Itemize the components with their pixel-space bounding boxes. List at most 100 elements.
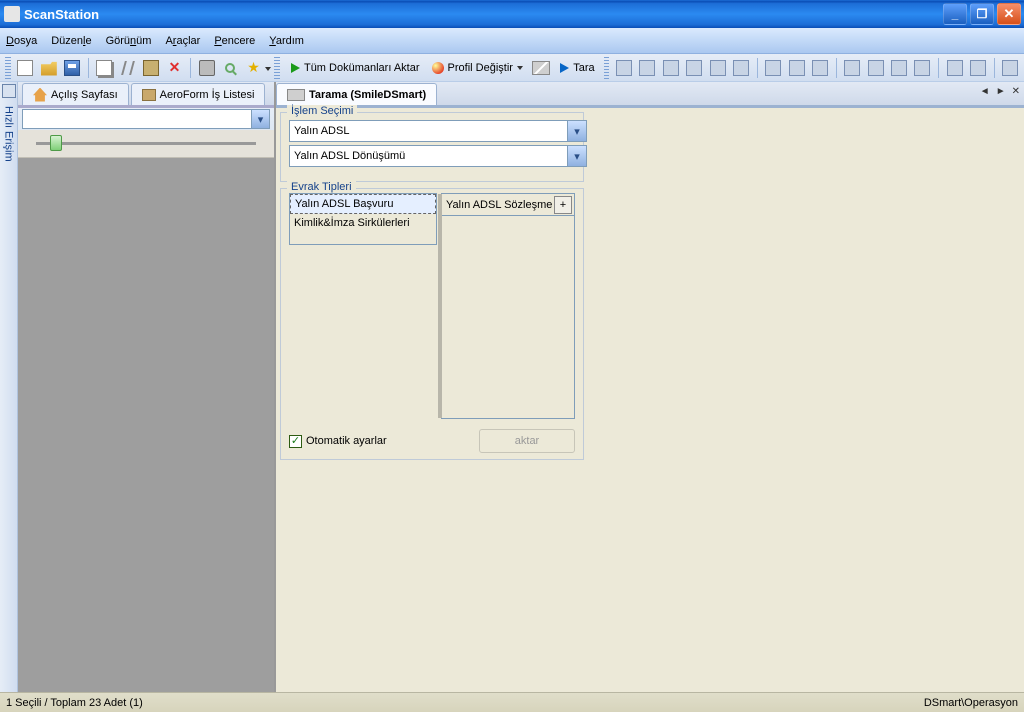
search-icon — [225, 63, 235, 73]
nav-back-icon — [947, 60, 963, 76]
status-bar: 1 Seçili / Toplam 23 Adet (1) DSmart\Ope… — [0, 692, 1024, 712]
tab-prev[interactable]: ◄ — [980, 86, 990, 97]
actual-size-button[interactable] — [730, 57, 751, 79]
toolbar-grip[interactable] — [5, 57, 11, 79]
nav-fwd-icon — [970, 60, 986, 76]
menu-duzenle[interactable]: Düzenle — [51, 29, 91, 53]
save-icon — [64, 60, 80, 76]
print-button[interactable] — [196, 57, 217, 79]
fit-icon — [663, 60, 679, 76]
export-all-button[interactable]: Tüm Dokümanları Aktar — [283, 57, 426, 79]
group-evrak-legend: Evrak Tipleri — [287, 181, 356, 193]
main-tabs: Tarama (SmileDSmart) ◄ ► ✕ — [276, 82, 1024, 108]
fit-button[interactable] — [660, 57, 681, 79]
new-button[interactable] — [15, 57, 36, 79]
nav-fwd-button[interactable] — [967, 57, 988, 79]
maximize-button[interactable]: ❐ — [970, 3, 994, 25]
menu-dosya[interactable]: DDosyaosya — [6, 29, 37, 53]
toolbar-grip-2[interactable] — [274, 57, 280, 79]
fit-width-icon — [686, 60, 702, 76]
toolbars: ✕ ★ Tüm Dokümanları Aktar Profil Değişti… — [0, 54, 1024, 82]
group-evrak: Evrak Tipleri Yalın ADSL Başvuru Kimlik&… — [280, 188, 584, 460]
scanner-button[interactable] — [530, 57, 551, 79]
status-left: 1 Seçili / Toplam 23 Adet (1) — [6, 697, 143, 709]
copy-button[interactable] — [94, 57, 115, 79]
doc-subtab[interactable]: Yalın ADSL Sözleşme + — [442, 194, 574, 216]
tab-close[interactable]: ✕ — [1012, 86, 1020, 97]
select-process-1[interactable]: Yalın ADSL — [289, 120, 587, 142]
scan-button[interactable]: Tara — [552, 57, 600, 79]
list-item[interactable]: Yalın ADSL Başvuru — [290, 194, 436, 214]
zoom-out-button[interactable] — [637, 57, 658, 79]
menubar: DDosyaosya Düzenle Görünüm Araçlar Pence… — [0, 28, 1024, 54]
save-button[interactable] — [61, 57, 82, 79]
quick-access-label: Hızlı Erişim — [3, 106, 15, 162]
tab-home[interactable]: Açılış Sayfası — [22, 83, 129, 105]
slider-thumb[interactable] — [50, 135, 62, 151]
menu-pencere[interactable]: Pencere — [214, 29, 255, 53]
fit-width-button[interactable] — [684, 57, 705, 79]
tool-b-icon — [868, 60, 884, 76]
nav-back-button[interactable] — [944, 57, 965, 79]
doc-type-list[interactable]: Yalın ADSL Başvuru Kimlik&İmza Sirkülerl… — [289, 193, 437, 245]
left-toolbar — [18, 108, 274, 130]
aktar-button[interactable]: aktar — [479, 429, 575, 453]
paste-button[interactable] — [140, 57, 161, 79]
rotate-right-button[interactable] — [786, 57, 807, 79]
rotate-right-icon — [789, 60, 805, 76]
fit-height-icon — [710, 60, 726, 76]
list-item[interactable]: Kimlik&İmza Sirkülerleri — [290, 214, 436, 233]
auto-settings-checkbox[interactable]: ✓ Otomatik ayarlar — [289, 435, 387, 448]
filter-combo[interactable] — [22, 109, 270, 129]
text-tool-button[interactable] — [1000, 57, 1021, 79]
tab-next[interactable]: ► — [996, 86, 1006, 97]
fit-height-button[interactable] — [707, 57, 728, 79]
pin-icon[interactable] — [2, 84, 16, 98]
flip-icon — [812, 60, 828, 76]
delete-button[interactable]: ✕ — [164, 57, 185, 79]
group-islem-legend: İşlem Seçimi — [287, 105, 357, 117]
minimize-button[interactable]: _ — [943, 3, 967, 25]
open-button[interactable] — [38, 57, 59, 79]
rotate-left-icon — [765, 60, 781, 76]
left-tabs: Açılış Sayfası AeroForm İş Listesi — [18, 82, 274, 108]
tool-d-button[interactable] — [912, 57, 933, 79]
package-icon — [142, 89, 156, 101]
tab-worklist[interactable]: AeroForm İş Listesi — [131, 83, 266, 105]
tool-d-icon — [914, 60, 930, 76]
cut-button[interactable] — [117, 57, 138, 79]
splitter[interactable] — [438, 194, 442, 418]
thumbnail-area[interactable] — [18, 158, 274, 692]
tool-a-button[interactable] — [842, 57, 863, 79]
delete-icon: ✕ — [169, 59, 181, 76]
close-button[interactable]: ✕ — [997, 3, 1021, 25]
zoom-out-icon — [639, 60, 655, 76]
actual-size-icon — [733, 60, 749, 76]
find-button[interactable] — [219, 57, 240, 79]
menu-yardim[interactable]: Yardım — [269, 29, 304, 53]
tool-b-button[interactable] — [865, 57, 886, 79]
print-icon — [199, 60, 215, 76]
rotate-left-button[interactable] — [763, 57, 784, 79]
titlebar: ScanStation _ ❐ ✕ — [0, 0, 1024, 28]
main-area: Tarama (SmileDSmart) ◄ ► ✕ İşlem Seçimi … — [276, 82, 1024, 692]
copy-icon — [96, 60, 112, 76]
menu-araclar[interactable]: Araçlar — [165, 29, 200, 53]
profile-icon — [432, 62, 444, 74]
paste-icon — [143, 60, 159, 76]
tab-tarama[interactable]: Tarama (SmileDSmart) — [276, 83, 437, 105]
zoom-in-button[interactable] — [613, 57, 634, 79]
status-right: DSmart\Operasyon — [924, 697, 1018, 709]
zoom-slider[interactable] — [18, 130, 274, 158]
tool-c-button[interactable] — [888, 57, 909, 79]
favorite-dropdown[interactable] — [261, 62, 271, 74]
cut-icon — [121, 61, 135, 75]
select-process-2[interactable]: Yalın ADSL Dönüşümü — [289, 145, 587, 167]
flip-button[interactable] — [809, 57, 830, 79]
toolbar-grip-3[interactable] — [604, 57, 610, 79]
quick-access-strip[interactable]: Hızlı Erişim — [0, 82, 18, 692]
add-page-button[interactable]: + — [554, 196, 572, 214]
profile-change-button[interactable]: Profil Değiştir — [426, 57, 529, 79]
menu-gorunum[interactable]: Görünüm — [106, 29, 152, 53]
tool-a-icon — [844, 60, 860, 76]
